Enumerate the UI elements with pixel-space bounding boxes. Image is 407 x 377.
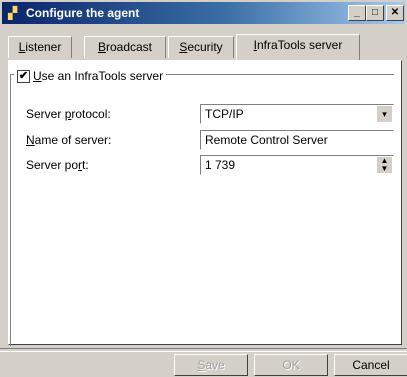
tab-security[interactable]: Security [168,36,234,58]
tab-broadcast[interactable]: Broadcast [84,36,166,58]
save-button[interactable]: Save [174,354,248,376]
server-port-label: Server port: [26,158,89,172]
chevron-down-icon[interactable]: ▾ [376,106,392,122]
footer-divider [0,348,407,352]
agent-config-icon: ▞ [8,6,18,20]
cancel-button[interactable]: Cancel [334,354,407,376]
tab-strip: Listener Broadcast Security InfraTools s… [8,34,407,60]
spinner-arrows-icon[interactable]: ▲ ▼ [377,157,392,173]
ok-button[interactable]: OK [254,354,328,376]
server-port-stepper[interactable]: 1 739 ▲ ▼ [200,155,394,175]
use-infratools-label: Use an InfraTools server [33,69,164,83]
server-protocol-label: Server protocol: [26,107,111,121]
maximize-button[interactable]: □ [366,5,384,21]
server-protocol-select[interactable]: TCP/IP ▾ [200,104,394,124]
window-title: Configure the agent [26,6,140,20]
use-infratools-checkbox[interactable]: ✔ [17,69,30,83]
use-infratools-checkbox-row[interactable]: ✔ Use an InfraTools server [14,68,167,84]
tab-infratools-server[interactable]: InfraTools server [236,34,360,60]
minimize-button[interactable]: _ [348,5,366,21]
close-button[interactable]: ✕ [386,5,404,21]
server-name-input[interactable]: Remote Control Server [200,130,394,150]
tab-listener[interactable]: Listener [8,36,72,58]
title-bar[interactable]: ▞ Configure the agent _ □ ✕ [2,2,405,24]
server-name-label: Name of server: [26,133,112,147]
configure-agent-window: ▞ Configure the agent _ □ ✕ Listener Bro… [0,0,407,377]
